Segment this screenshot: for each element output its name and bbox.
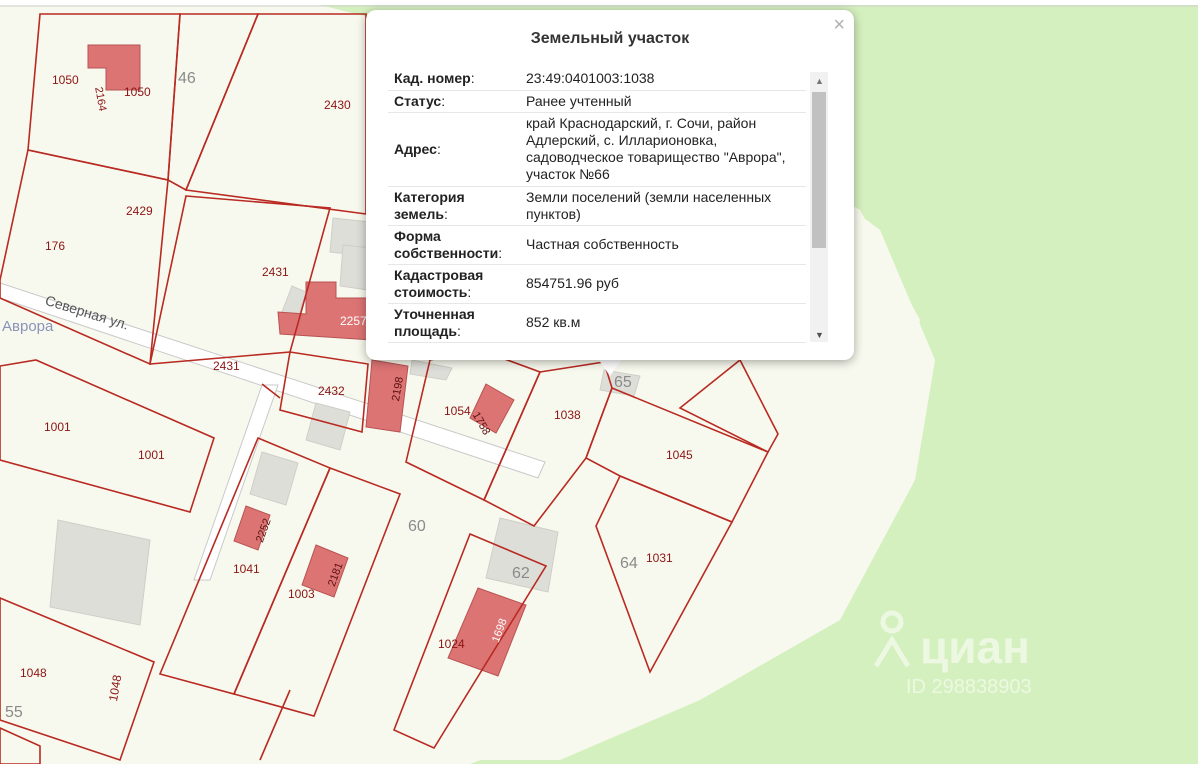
popup-title: Земельный участок	[530, 30, 690, 47]
info-table-container[interactable]: Кад. номер: 23:49:0401003:1038 Статус: Р…	[388, 68, 806, 344]
scroll-up-icon[interactable]: ▲	[815, 76, 824, 86]
house-number: 55	[5, 704, 23, 721]
row-value: 23:49:0401003:1038	[520, 68, 806, 91]
row-key: Статус:	[388, 90, 520, 113]
parcel-label: 1038	[554, 408, 581, 422]
parcel-label: 1001	[44, 420, 71, 434]
parcel-label: 1003	[288, 587, 315, 601]
parcel-label: 1041	[233, 562, 260, 576]
row-value: Ранее учтенный	[520, 90, 806, 113]
parcel-label: 1024	[438, 637, 465, 651]
parcel-label: 2429	[126, 204, 153, 218]
house-number: 64	[620, 555, 638, 572]
popup-scrollbar[interactable]: ▲ ▼	[810, 72, 828, 342]
scrollbar-thumb[interactable]	[812, 92, 826, 248]
row-key: Адрес:	[388, 112, 520, 187]
parcel-label: 2430	[324, 98, 351, 112]
watermark-pin-icon	[872, 600, 912, 668]
table-row: Форма собственности: Частная собственнос…	[388, 225, 806, 265]
table-row: Уточненная площадь: 852 кв.м	[388, 303, 806, 343]
scroll-down-icon[interactable]: ▼	[815, 330, 824, 340]
parcel-label: 1054	[444, 404, 471, 418]
row-value: край Краснодарский, г. Сочи, район Адлер…	[520, 112, 806, 187]
parcel-label: 176	[45, 239, 66, 253]
watermark-id: ID 298838903	[906, 676, 1032, 698]
parcel-label: 1048	[20, 666, 47, 680]
watermark-brand: циан	[920, 621, 1030, 673]
row-value: Частная собственность	[520, 225, 806, 265]
table-row: Кад. номер: 23:49:0401003:1038	[388, 68, 806, 91]
building-label: 1050	[124, 85, 151, 99]
parcel-label: 1045	[666, 448, 693, 462]
table-row: Адрес: край Краснодарский, г. Сочи, райо…	[388, 112, 806, 187]
row-key: Кад. номер:	[388, 68, 520, 91]
house-number: 46	[178, 70, 196, 87]
frame-top	[0, 0, 1198, 5]
house-number: 62	[512, 565, 530, 582]
row-value: 854751.96 руб	[520, 264, 806, 304]
house-number: 60	[408, 518, 426, 535]
parcel-label: 2431	[262, 265, 289, 279]
parcel-label: 2257	[340, 314, 367, 328]
row-value: 852 кв.м	[520, 303, 806, 343]
row-key: Кадастровая стоимость:	[388, 264, 520, 304]
parcel-label: 1001	[138, 448, 165, 462]
parcel-label: 2432	[318, 384, 345, 398]
house-number: 65	[614, 374, 632, 391]
table-row: Кадастровая стоимость: 854751.96 руб	[388, 264, 806, 304]
info-table: Кад. номер: 23:49:0401003:1038 Статус: Р…	[388, 68, 806, 343]
parcel-label: 1031	[646, 551, 673, 565]
row-key: Категория земель:	[388, 186, 520, 226]
settlement-label: Аврора	[2, 318, 54, 335]
row-key: Форма собственности:	[388, 225, 520, 265]
table-row: Категория земель: Земли поселений (земли…	[388, 186, 806, 226]
row-value: Земли поселений (земли населенных пункто…	[520, 186, 806, 226]
parcel-info-popup: × Земельный участок Кад. номер: 23:49:04…	[366, 10, 854, 360]
table-row: Статус: Ранее учтенный	[388, 90, 806, 113]
row-key: Уточненная площадь:	[388, 303, 520, 343]
parcel-label: 1050	[52, 73, 79, 87]
parcel-label: 2431	[213, 359, 240, 373]
